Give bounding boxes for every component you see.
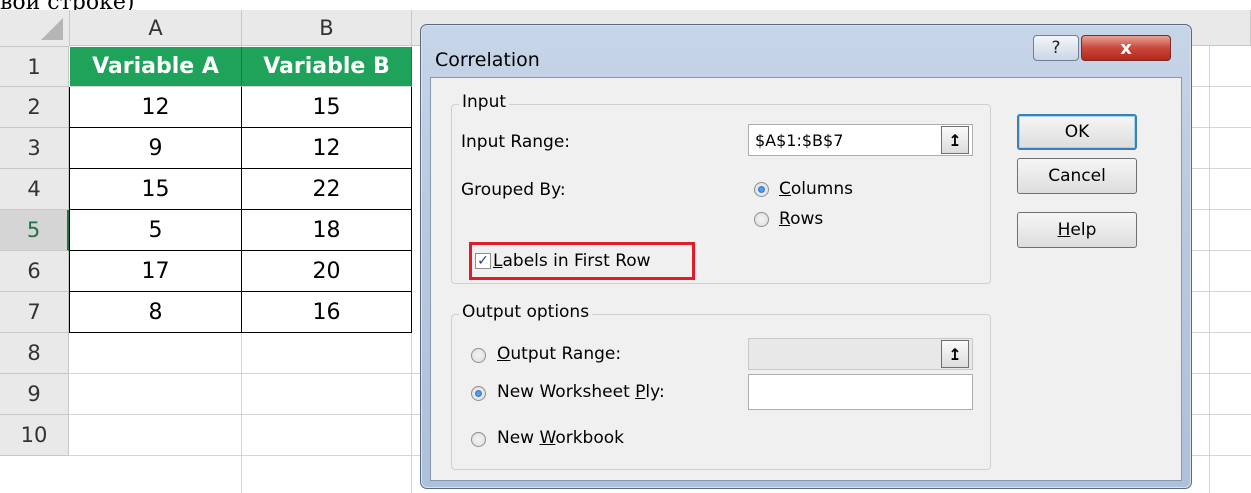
cell-a3[interactable]: 9 xyxy=(69,128,242,169)
gridline xyxy=(1192,209,1251,210)
dialog-body: Input Input Range: $A$1:$B$7 ↥ Grouped B… xyxy=(430,77,1182,481)
select-all-triangle-icon xyxy=(41,18,63,40)
row-header-2[interactable]: 2 xyxy=(0,87,69,128)
output-range-field[interactable] xyxy=(748,338,973,370)
gridline xyxy=(1209,46,1210,493)
help-question-icon: ? xyxy=(1051,38,1061,58)
row-header-4[interactable]: 4 xyxy=(0,169,69,210)
column-header-b[interactable]: B xyxy=(242,10,412,46)
ok-button[interactable]: OK xyxy=(1017,114,1137,150)
columns-radio[interactable] xyxy=(754,182,769,197)
cell-b7[interactable]: 16 xyxy=(241,292,412,333)
row-header-5[interactable]: 5 xyxy=(0,210,69,251)
row-header-8[interactable]: 8 xyxy=(0,333,69,374)
cell-a4[interactable]: 15 xyxy=(69,169,242,210)
output-range-radio[interactable] xyxy=(471,348,486,363)
gridline xyxy=(1192,250,1251,251)
column-header-a[interactable]: A xyxy=(70,10,242,46)
input-group-label: Input xyxy=(459,92,510,112)
output-range-ref-button[interactable]: ↥ xyxy=(941,340,969,368)
cell-b2[interactable]: 15 xyxy=(241,87,412,128)
input-range-field[interactable]: $A$1:$B$7 xyxy=(748,124,973,156)
labels-highlight-box xyxy=(469,242,695,280)
new-workbook-radio[interactable] xyxy=(471,432,486,447)
row-header-1[interactable]: 1 xyxy=(0,47,69,87)
row-header-9[interactable]: 9 xyxy=(0,374,69,415)
input-range-value: $A$1:$B$7 xyxy=(755,130,844,150)
gridline xyxy=(1192,127,1251,128)
cell-b4[interactable]: 22 xyxy=(241,169,412,210)
new-workbook-label[interactable]: New Workbook xyxy=(497,428,624,448)
cell-a5[interactable]: 5 xyxy=(69,210,242,251)
cell-a1[interactable]: Variable A xyxy=(70,47,242,87)
help-title-button[interactable]: ? xyxy=(1033,35,1079,61)
gridline xyxy=(1192,86,1251,87)
select-all-corner[interactable] xyxy=(0,10,70,47)
close-icon: x xyxy=(1120,37,1132,59)
new-worksheet-label[interactable]: New Worksheet Ply: xyxy=(497,382,665,402)
input-range-ref-button[interactable]: ↥ xyxy=(941,126,969,154)
row-header-7[interactable]: 7 xyxy=(0,292,69,333)
cancel-button[interactable]: Cancel xyxy=(1017,158,1137,194)
new-worksheet-radio[interactable] xyxy=(471,386,486,401)
gridline xyxy=(1192,332,1251,333)
input-range-label: Input Range: xyxy=(461,132,571,152)
output-range-label[interactable]: Output Range: xyxy=(497,344,621,364)
output-group-label: Output options xyxy=(459,302,593,322)
cell-b1[interactable]: Variable B xyxy=(242,47,412,87)
collapse-dialog-icon: ↥ xyxy=(948,130,962,150)
gridline xyxy=(1192,291,1251,292)
cell-b3[interactable]: 12 xyxy=(241,128,412,169)
gridline xyxy=(1192,168,1251,169)
columns-radio-label[interactable]: Columns xyxy=(779,179,853,199)
correlation-dialog: Correlation ? x Input Input Range: $A$1:… xyxy=(420,24,1192,489)
cell-b5[interactable]: 18 xyxy=(241,210,412,251)
row-header-6[interactable]: 6 xyxy=(0,251,69,292)
help-button[interactable]: Help xyxy=(1017,212,1137,248)
dialog-title: Correlation xyxy=(435,49,540,71)
new-worksheet-name-field[interactable] xyxy=(748,374,973,410)
row-header-10[interactable]: 10 xyxy=(0,415,69,456)
close-button[interactable]: x xyxy=(1081,35,1171,61)
rows-radio[interactable] xyxy=(754,212,769,227)
rows-radio-label[interactable]: Rows xyxy=(779,209,823,229)
top-cutoff-text: вой строке) xyxy=(0,0,134,10)
grouped-by-label: Grouped By: xyxy=(461,180,566,200)
cell-a7[interactable]: 8 xyxy=(69,292,242,333)
cell-a6[interactable]: 17 xyxy=(69,251,242,292)
row-header-3[interactable]: 3 xyxy=(0,128,69,169)
cell-a2[interactable]: 12 xyxy=(69,87,242,128)
cell-b6[interactable]: 20 xyxy=(241,251,412,292)
collapse-dialog-icon: ↥ xyxy=(948,344,962,364)
